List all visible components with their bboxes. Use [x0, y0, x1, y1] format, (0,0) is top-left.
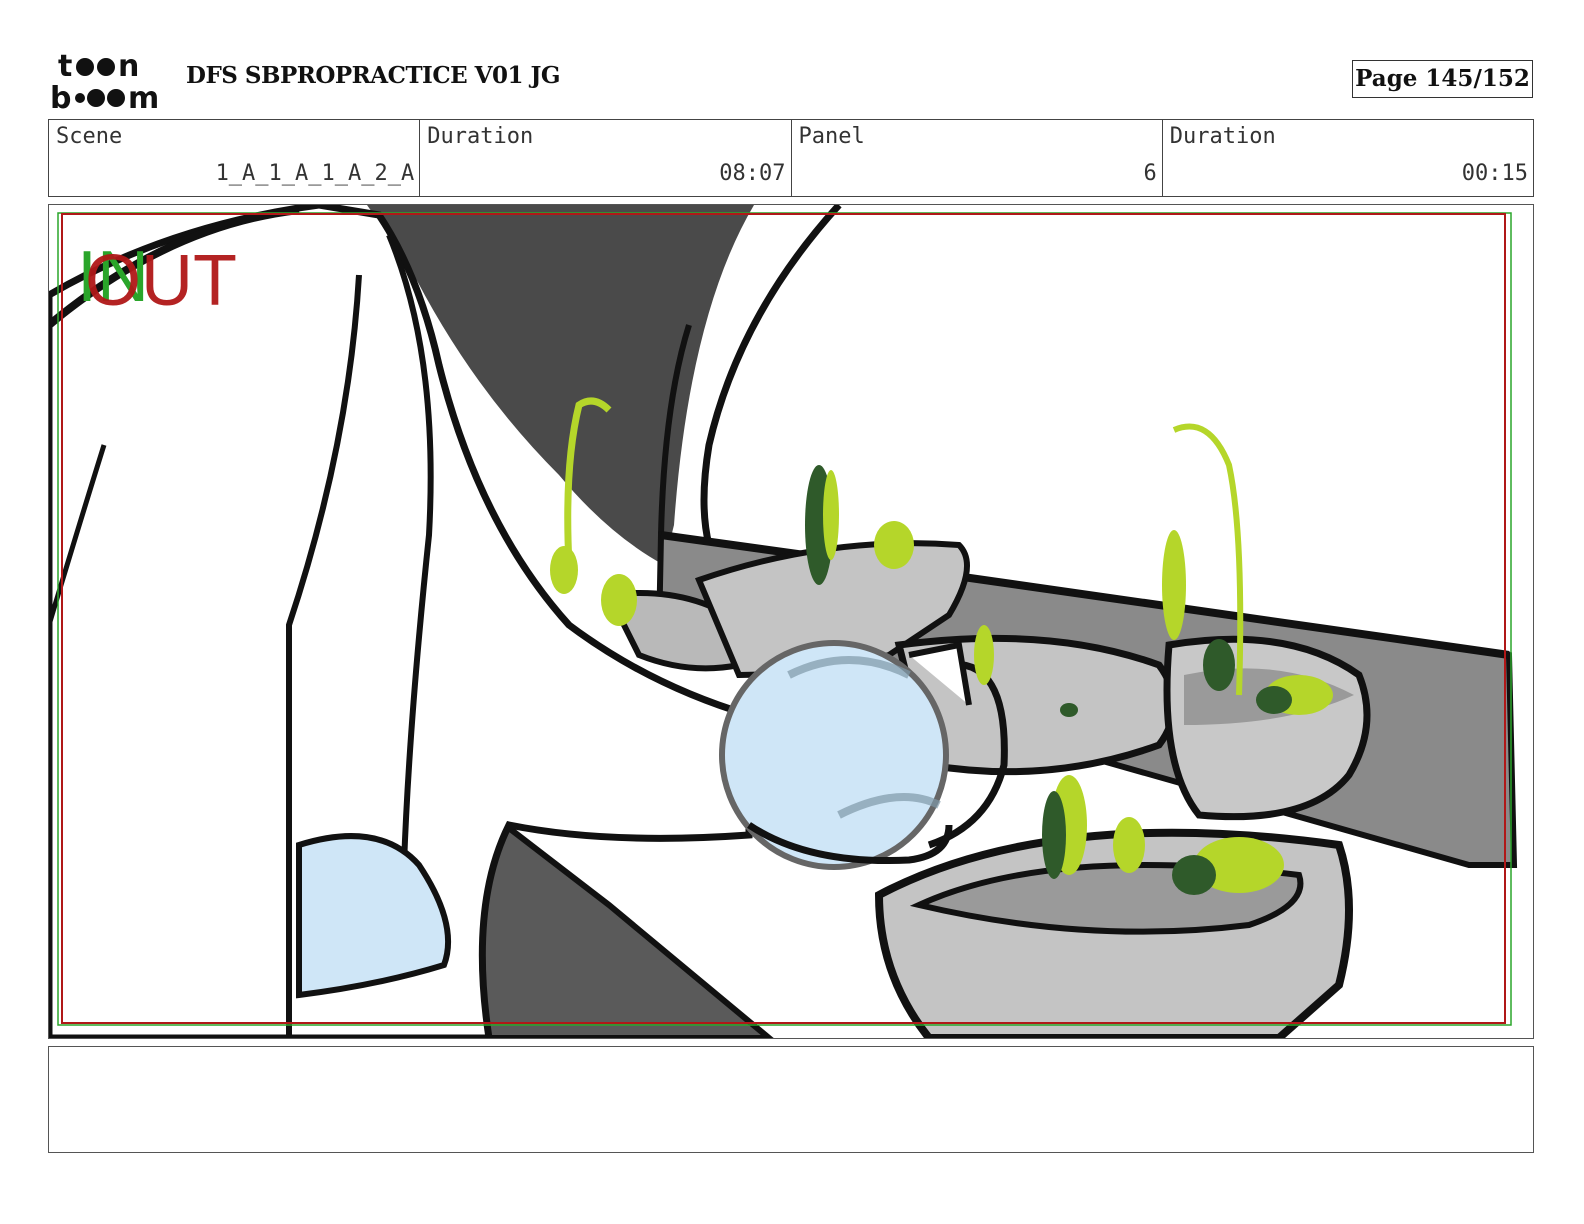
plant-leaf [550, 546, 578, 594]
scene-duration-cell: Duration 08:07 [420, 120, 792, 196]
plant-leaf-dark [1256, 686, 1292, 714]
plant-leaf [874, 521, 914, 569]
plant-leaf-dark [1060, 703, 1078, 717]
panel-illustration: IN OUT [49, 205, 1518, 1038]
panel-label: Panel [798, 124, 865, 149]
scene-duration-label: Duration [427, 124, 534, 149]
panel-duration-value: 00:15 [1461, 161, 1528, 186]
svg-text:b: b [50, 81, 71, 114]
caption-box[interactable] [48, 1046, 1534, 1153]
plant-leaf-dark [1042, 791, 1066, 879]
plant-leaf [1162, 530, 1186, 640]
plant-leaf [1113, 817, 1145, 873]
scene-duration-value: 08:07 [719, 161, 786, 186]
panel-duration-cell: Duration 00:15 [1163, 120, 1533, 196]
svg-text:m: m [128, 81, 159, 114]
plant-leaf [601, 574, 637, 626]
scene-label: Scene [56, 124, 123, 149]
panel-cell: Panel 6 [792, 120, 1163, 196]
toonboom-logo: t n b m [50, 49, 159, 114]
svg-text:n: n [118, 49, 139, 84]
water-jug [719, 640, 949, 870]
plant-leaf [823, 470, 839, 560]
panel-value: 6 [1143, 161, 1157, 186]
info-table: Scene 1_A_1_A_1_A_2_A Duration 08:07 Pan… [48, 119, 1534, 197]
page-number: Page 145/152 [1352, 60, 1533, 98]
out-marker: OUT [85, 241, 237, 321]
scene-cell: Scene 1_A_1_A_1_A_2_A [49, 120, 421, 196]
plant-leaf-dark [1203, 639, 1235, 691]
plant-leaf-dark [1172, 855, 1216, 895]
svg-text:t: t [58, 49, 72, 84]
project-title: DFS SBPROPRACTICE V01 JG [186, 62, 561, 89]
storyboard-panel: IN OUT [48, 204, 1534, 1039]
pot-right [1163, 635, 1371, 821]
scene-value: 1_A_1_A_1_A_2_A [215, 161, 415, 186]
plant-leaf [974, 625, 994, 685]
panel-duration-label: Duration [1169, 124, 1276, 149]
